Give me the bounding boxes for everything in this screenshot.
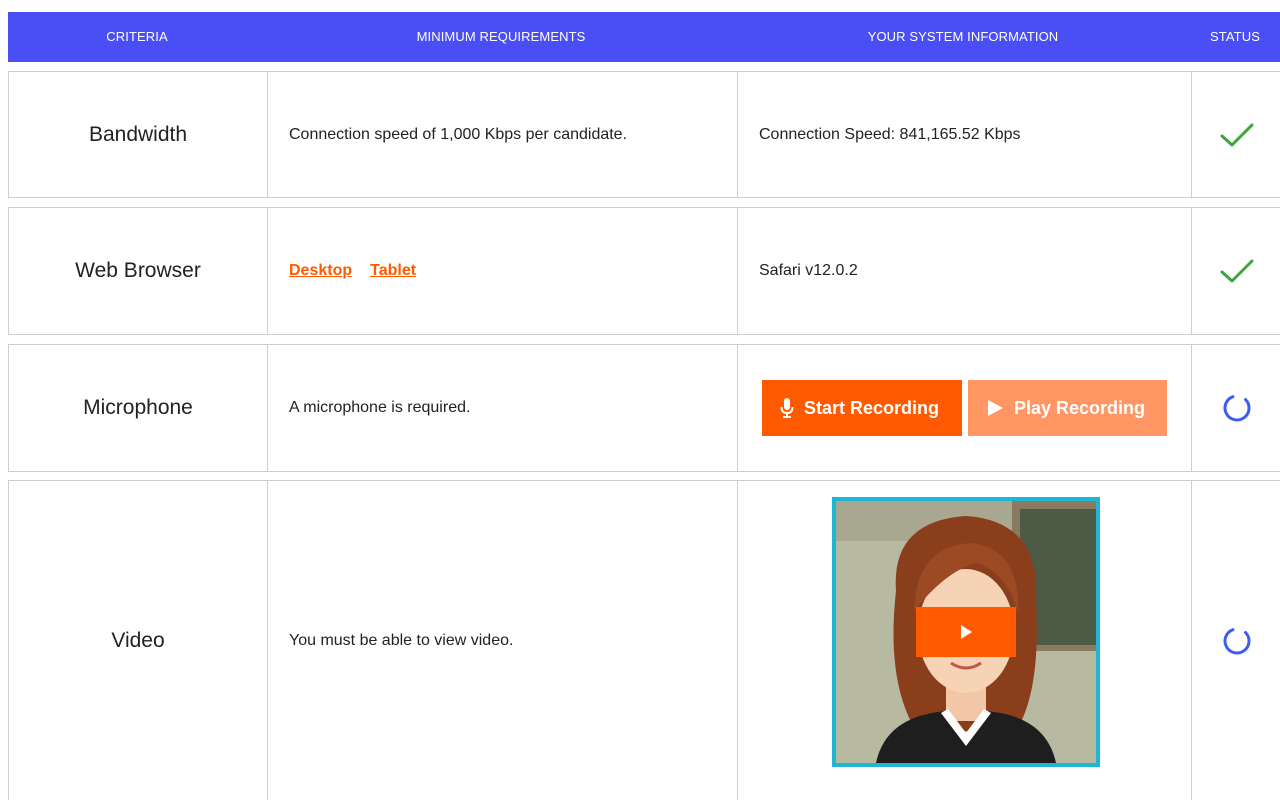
requirement-microphone: A microphone is required. [267, 345, 737, 471]
system-info-web-browser: Safari v12.0.2 [737, 208, 1191, 334]
video-player[interactable] [832, 497, 1100, 767]
loading-ring-icon [1223, 395, 1250, 422]
requirement-video: You must be able to view video. [267, 481, 737, 800]
status-web-browser [1191, 208, 1280, 334]
checkmark-icon [1220, 259, 1253, 283]
criteria-video: Video [111, 628, 165, 652]
table-header: CRITERIA MINIMUM REQUIREMENTS YOUR SYSTE… [8, 12, 1280, 62]
requirement-web-browser: Desktop Tablet [267, 208, 737, 334]
criteria-microphone: Microphone [83, 396, 193, 419]
status-bandwidth [1191, 72, 1280, 197]
tablet-link[interactable]: Tablet [370, 262, 416, 280]
table-row-video: Video You must be able to view video. [8, 480, 1280, 800]
header-minimum-requirements: MINIMUM REQUIREMENTS [416, 29, 586, 44]
play-icon [986, 399, 1004, 417]
microphone-icon [780, 398, 794, 418]
start-recording-label: Start Recording [804, 397, 940, 418]
play-icon [961, 625, 972, 639]
system-info-microphone: Start Recording Play Recording [737, 345, 1191, 471]
system-info-bandwidth: Connection Speed: 841,165.52 Kbps [737, 72, 1191, 197]
table-row-microphone: Microphone A microphone is required. Sta… [8, 344, 1280, 472]
play-recording-label: Play Recording [1014, 397, 1146, 418]
system-info-video [737, 481, 1191, 800]
loading-ring-icon [1223, 627, 1250, 654]
criteria-web-browser: Web Browser [75, 259, 201, 282]
start-recording-button[interactable]: Start Recording [762, 380, 962, 436]
header-system-information: YOUR SYSTEM INFORMATION [867, 29, 1059, 44]
table-row-web-browser: Web Browser Desktop Tablet Safari v12.0.… [8, 207, 1280, 335]
requirement-bandwidth: Connection speed of 1,000 Kbps per candi… [267, 72, 737, 197]
header-criteria: CRITERIA [106, 29, 168, 44]
table-row-bandwidth: Bandwidth Connection speed of 1,000 Kbps… [8, 71, 1280, 198]
desktop-link[interactable]: Desktop [289, 262, 352, 280]
status-video [1191, 481, 1280, 800]
checkmark-icon [1220, 123, 1253, 146]
status-microphone [1191, 345, 1280, 471]
video-play-button[interactable] [916, 607, 1016, 657]
header-status: STATUS [1210, 29, 1260, 44]
play-recording-button[interactable]: Play Recording [968, 380, 1167, 436]
criteria-bandwidth: Bandwidth [88, 122, 188, 146]
